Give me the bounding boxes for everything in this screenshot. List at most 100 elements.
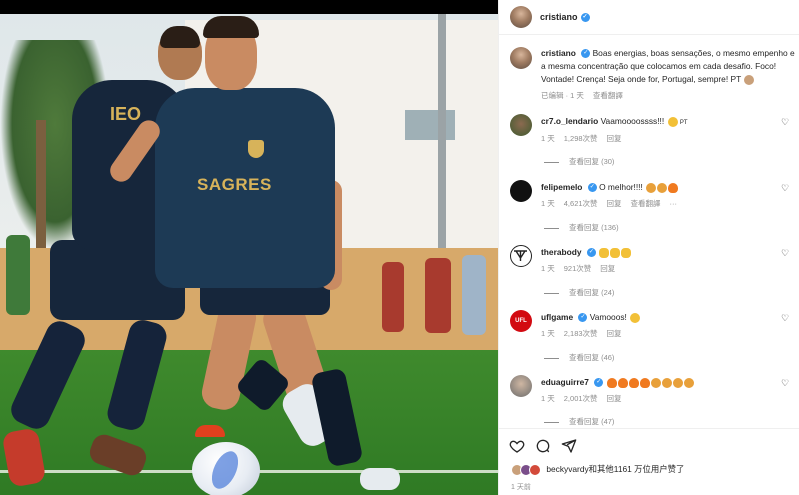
comment-likes[interactable]: 1,298次赞 — [564, 134, 598, 143]
likes-summary[interactable]: beckyvardy和其他1161 万位用户赞了 — [511, 463, 684, 476]
avatar[interactable] — [510, 245, 532, 267]
comment-bubble-icon[interactable] — [535, 438, 551, 454]
comment-meta: 1 天 1,298次赞 回复 — [541, 133, 631, 144]
comment-username[interactable]: uflgame — [541, 312, 573, 322]
fire-emoji-icon — [639, 377, 650, 388]
photo-window — [405, 110, 455, 140]
avatar[interactable] — [510, 375, 532, 397]
verified-icon: ✓ — [586, 248, 596, 258]
avatar[interactable] — [510, 6, 532, 28]
view-replies-button[interactable]: 查看回复 (47) — [544, 416, 614, 427]
comment-meta: 1 天 921次赞 回复 — [541, 263, 624, 274]
like-heart-icon[interactable]: ♡ — [781, 118, 790, 127]
fire-emoji-icon — [606, 377, 617, 388]
caption: cristiano ✓ Boas energias, boas sensaçõe… — [541, 47, 796, 86]
post-time: 1 天前 — [511, 484, 531, 491]
share-send-icon[interactable] — [561, 438, 577, 454]
like-heart-icon[interactable]: ♡ — [781, 379, 790, 388]
caption-text: Boas energias, boas sensações, o mesmo e… — [541, 48, 795, 84]
comment-likes[interactable]: 4,621次赞 — [564, 199, 598, 208]
photo-pole — [438, 14, 446, 264]
comment-text: Vaamoooossss!!! — [600, 116, 665, 126]
photo-cone — [195, 425, 225, 437]
verified-icon: ✓ — [578, 313, 588, 323]
more-options-icon[interactable]: ··· — [670, 199, 678, 208]
view-replies-button[interactable]: 查看回复 (30) — [544, 156, 614, 167]
pray-emoji-icon — [744, 74, 755, 85]
reply-button[interactable]: 回复 — [607, 199, 622, 208]
mini-avatar — [529, 463, 541, 476]
header-username[interactable]: cristiano ✓ — [540, 12, 590, 23]
photo-left-player-jersey-text: IEO — [110, 104, 142, 124]
comment-likes[interactable]: 921次赞 — [564, 264, 592, 273]
reply-button[interactable]: 回复 — [607, 329, 622, 338]
see-translation-link[interactable]: 查看翻譯 — [593, 91, 623, 100]
post-actions — [499, 428, 799, 459]
therabody-logo-icon — [514, 250, 527, 261]
comment-username[interactable]: felipemelo — [541, 182, 582, 192]
caption-meta: 已编辑 · 1 天查看翻譯 — [541, 90, 632, 101]
like-heart-icon[interactable]: ♡ — [781, 184, 790, 193]
comment-time: 1 天 — [541, 394, 555, 403]
comment-likes[interactable]: 2,001次赞 — [564, 394, 598, 403]
photo-player-boot — [360, 468, 400, 490]
post-photo[interactable]: IEO SAGRES — [0, 0, 498, 495]
like-heart-icon[interactable] — [509, 438, 525, 454]
comment: uflgame ✓ Vamooos! — [541, 312, 641, 323]
comment-meta: 1 天 2,001次赞 回复 — [541, 393, 631, 404]
fire-emoji-icon — [617, 377, 628, 388]
face-emoji-icon — [683, 377, 694, 388]
verified-icon: ✓ — [581, 49, 591, 59]
like-heart-icon[interactable]: ♡ — [781, 249, 790, 258]
comment-meta: 1 天 2,183次赞 回复 — [541, 328, 631, 339]
avatar[interactable] — [510, 47, 532, 69]
comment-username[interactable]: eduaguirre7 — [541, 377, 589, 387]
clap-emoji-icon — [599, 247, 610, 258]
face-emoji-icon — [657, 182, 668, 193]
comment-suffix: PT — [679, 120, 688, 126]
comment-username[interactable]: cr7.o_lendario — [541, 116, 598, 126]
post-header: cristiano ✓ — [499, 0, 799, 35]
fire-emoji-icon — [628, 377, 639, 388]
comment: eduaguirre7 ✓ — [541, 377, 694, 388]
comment: cr7.o_lendario Vaamoooossss!!! PT — [541, 116, 688, 127]
comment-time: 1 天 — [541, 329, 555, 338]
comments-panel: cristiano ✓ cristiano ✓ Boas energias, bo… — [498, 0, 799, 495]
comment-text: Vamooos! — [589, 312, 627, 322]
caption-username[interactable]: cristiano — [541, 48, 576, 58]
photo-player-hair — [203, 16, 259, 38]
face-emoji-icon — [661, 377, 672, 388]
reply-button[interactable]: 回复 — [600, 264, 615, 273]
avatar[interactable] — [510, 180, 532, 202]
reply-button[interactable]: 回复 — [607, 134, 622, 143]
photo-bg-player — [425, 258, 451, 333]
view-replies-button[interactable]: 查看回复 (46) — [544, 352, 614, 363]
reply-button[interactable]: 回复 — [607, 394, 622, 403]
fire-emoji-icon — [668, 182, 679, 193]
clap-emoji-icon — [621, 247, 632, 258]
avatar[interactable]: UFL — [510, 310, 532, 332]
photo-bg-player — [462, 255, 486, 335]
photo-sponsor-text: SAGRES — [197, 175, 272, 194]
avatar[interactable] — [510, 114, 532, 136]
photo-bg-player — [382, 262, 404, 332]
ufl-logo-icon: UFL — [515, 318, 527, 324]
verified-icon: ✓ — [594, 378, 604, 388]
comment: therabody ✓ — [541, 247, 632, 258]
see-translation-link[interactable]: 查看翻譯 — [631, 199, 661, 208]
face-emoji-icon — [646, 182, 657, 193]
like-heart-icon[interactable]: ♡ — [781, 314, 790, 323]
face-emoji-icon — [672, 377, 683, 388]
view-replies-button[interactable]: 查看回复 (136) — [544, 222, 619, 233]
verified-icon: ✓ — [580, 13, 590, 23]
comment-likes[interactable]: 2,183次赞 — [564, 329, 598, 338]
photo-palm-trunk — [36, 120, 46, 260]
likes-text[interactable]: beckyvardy和其他1161 万位用户赞了 — [546, 464, 684, 474]
verified-icon: ✓ — [587, 183, 597, 193]
comment-text: O melhor!!!! — [599, 182, 643, 192]
comment-username[interactable]: therabody — [541, 247, 582, 257]
face-emoji-icon — [650, 377, 661, 388]
username-text[interactable]: cristiano — [540, 12, 578, 22]
view-replies-button[interactable]: 查看回复 (24) — [544, 287, 614, 298]
caption-edited: 已编辑 · 1 天 — [541, 91, 584, 100]
